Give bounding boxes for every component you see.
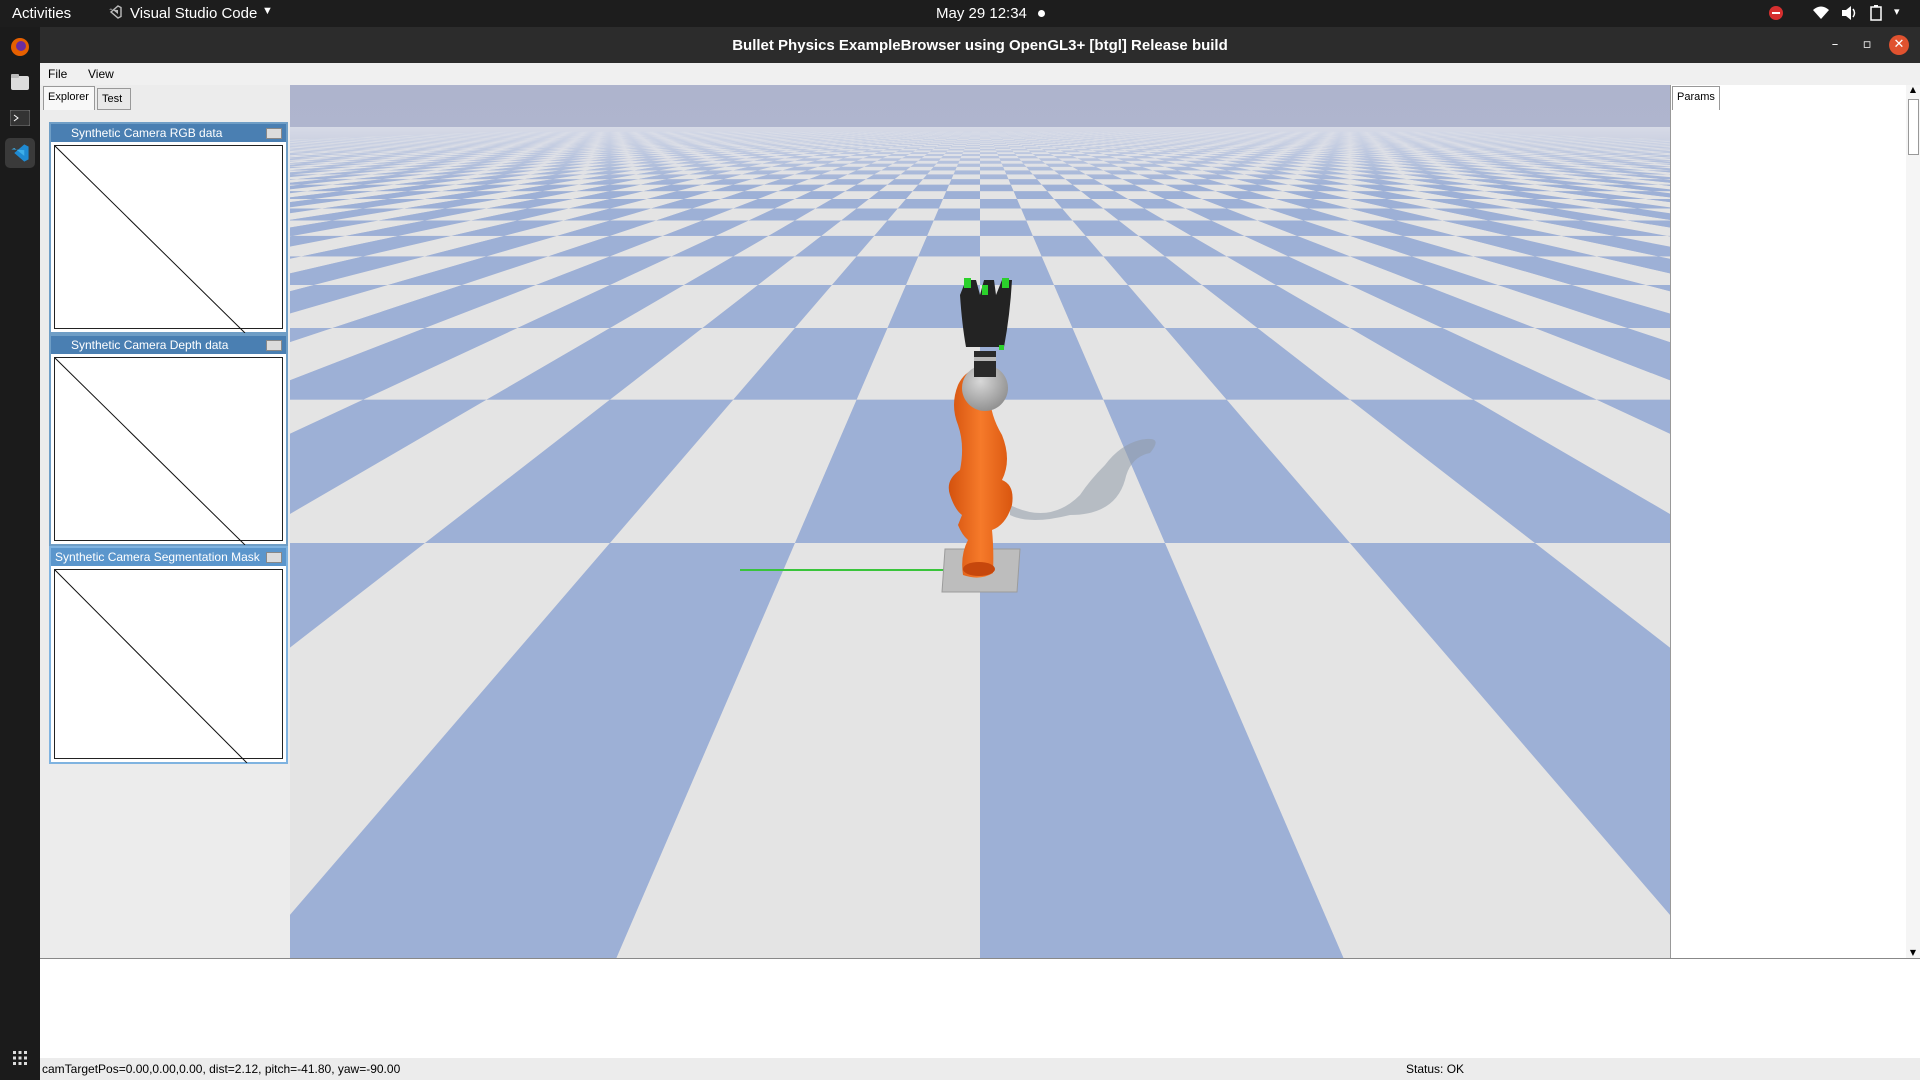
tab-test[interactable]: Test	[97, 88, 131, 110]
volume-icon[interactable]	[1840, 5, 1858, 21]
wifi-icon[interactable]	[1812, 5, 1830, 21]
depth-image-placeholder	[54, 357, 283, 546]
clock[interactable]: May 29 12:34	[936, 5, 1027, 22]
notification-dot-icon	[1038, 10, 1045, 17]
vertical-scrollbar[interactable]: ▲ ▼	[1906, 85, 1920, 958]
floor-tile	[918, 235, 980, 257]
minimize-button[interactable]	[266, 340, 282, 351]
activities-button[interactable]: Activities	[12, 5, 71, 22]
firefox-icon[interactable]	[5, 32, 35, 62]
terminal-icon[interactable]	[5, 103, 35, 133]
rgb-camera-window[interactable]: Synthetic Camera RGB data	[49, 122, 288, 334]
vscode-icon	[109, 5, 122, 19]
dock	[0, 27, 40, 1080]
floor-tile	[980, 220, 1033, 236]
floor-tile	[927, 220, 980, 236]
segmentation-camera-title: Synthetic Camera Segmentation Mask	[55, 550, 260, 564]
app-grid-icon[interactable]	[5, 1043, 35, 1073]
menu-view[interactable]: View	[88, 67, 114, 81]
minimize-button[interactable]	[266, 128, 282, 139]
rgb-image-placeholder	[54, 145, 283, 334]
app-menu-label[interactable]: Visual Studio Code	[130, 5, 257, 22]
maximize-button[interactable]: ▫	[1857, 35, 1877, 55]
close-button[interactable]: ✕	[1889, 35, 1909, 55]
menu-file[interactable]: File	[48, 67, 67, 81]
floor-tile	[1013, 191, 1054, 199]
power-menu-chevron-icon[interactable]: ▾	[1894, 5, 1900, 18]
minimize-button[interactable]: –	[1825, 35, 1845, 55]
floor-tile	[933, 208, 980, 221]
status-bar: camTargetPos=0.00,0.00,0.00, dist=2.12, …	[40, 1058, 1920, 1080]
gnome-top-bar: Activities Visual Studio Code ▼ May 29 1…	[0, 0, 1920, 27]
scrollbar-thumb[interactable]	[1908, 99, 1919, 155]
camera-status-text: camTargetPos=0.00,0.00,0.00, dist=2.12, …	[42, 1062, 401, 1076]
window-titlebar[interactable]: Bullet Physics ExampleBrowser using Open…	[40, 27, 1920, 63]
files-icon[interactable]	[5, 67, 35, 97]
params-panel	[1670, 85, 1907, 958]
floor-tile	[980, 199, 1022, 209]
dnd-icon[interactable]	[1768, 5, 1784, 21]
floor-tile	[980, 235, 1042, 257]
simulation-scene	[290, 85, 1670, 958]
battery-icon[interactable]	[1870, 5, 1882, 21]
floor-tile	[980, 191, 1017, 199]
tab-params[interactable]: Params	[1672, 86, 1720, 110]
tab-explorer[interactable]: Explorer	[43, 86, 95, 110]
minimize-button[interactable]	[266, 552, 282, 563]
window-title: Bullet Physics ExampleBrowser using Open…	[732, 37, 1228, 54]
floor-tile	[980, 208, 1027, 221]
segmentation-image-placeholder	[54, 569, 283, 764]
depth-camera-title: Synthetic Camera Depth data	[71, 338, 229, 352]
floor-tile	[938, 199, 980, 209]
floor-tile	[943, 191, 980, 199]
chevron-down-icon[interactable]: ▼	[262, 5, 273, 17]
rgb-camera-title: Synthetic Camera RGB data	[71, 126, 223, 140]
floor-tile	[906, 191, 947, 199]
menu-bar: File View	[40, 63, 1920, 85]
status-ok-text: Status: OK	[1406, 1062, 1465, 1076]
scroll-up-arrow-icon[interactable]: ▲	[1907, 85, 1919, 95]
3d-viewport[interactable]	[290, 85, 1670, 958]
depth-camera-window[interactable]: Synthetic Camera Depth data	[49, 334, 288, 546]
segmentation-camera-window[interactable]: Synthetic Camera Segmentation Mask	[49, 546, 288, 764]
console-output[interactable]	[40, 958, 1920, 1059]
vscode-icon[interactable]	[5, 138, 35, 168]
scroll-down-arrow-icon[interactable]: ▼	[1907, 948, 1919, 958]
